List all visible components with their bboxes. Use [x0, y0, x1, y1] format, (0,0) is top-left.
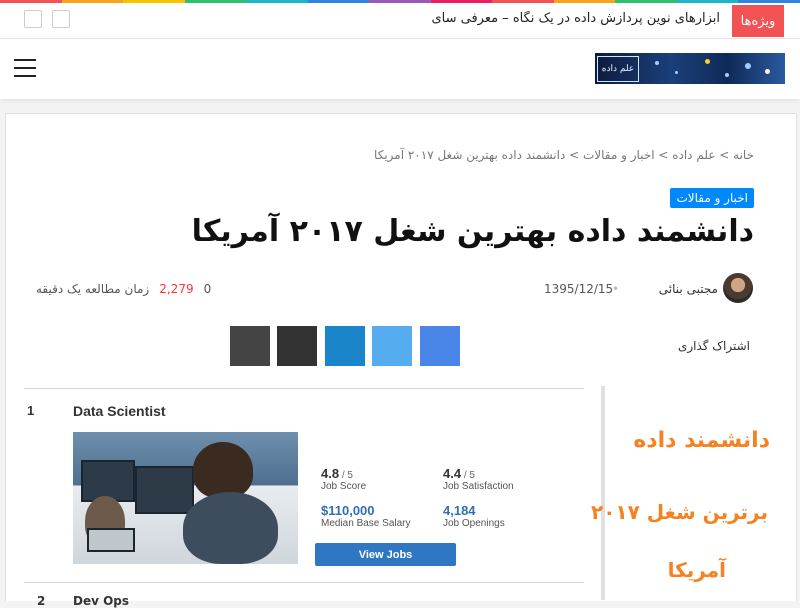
breaking-news-label: ویژه‌ها: [732, 5, 784, 37]
breaking-news-ticker[interactable]: ابزارهای نوین پردازش داده در یک نگاه – م…: [320, 11, 720, 26]
job-score-label: Job Score: [321, 481, 367, 492]
share-label: اشتراک گذاری: [677, 339, 750, 353]
author-avatar[interactable]: [723, 273, 753, 303]
comment-count[interactable]: 0: [204, 282, 212, 296]
salary-stat: $110,000 Median Base Salary: [321, 503, 411, 529]
post-meta: زمان مطالعه یک دقیقه 2,279 0: [36, 282, 211, 296]
openings-label: Job Openings: [443, 518, 505, 529]
job-satisfaction-scale: / 5: [461, 470, 475, 481]
share-email-button[interactable]: [230, 326, 270, 366]
rank-number: 1: [27, 403, 35, 418]
job-score-scale: / 5: [339, 470, 353, 481]
caption-line-3: آمریکا: [667, 558, 726, 582]
category-badge[interactable]: اخبار و مقالات: [670, 188, 754, 208]
share-linkedin-button[interactable]: [325, 326, 365, 366]
site-header: علم داده: [0, 39, 800, 99]
article-title: دانشمند داده بهترین شغل ۲۰۱۷ آمریکا: [191, 214, 754, 249]
author-name[interactable]: مجتبی بنائی: [659, 282, 718, 296]
caption-line-1: دانشمند داده: [633, 428, 770, 453]
post-date: 1395/12/15: [544, 282, 614, 296]
job-satisfaction-stat: 4.4 / 5 Job Satisfaction: [443, 466, 514, 492]
openings-stat: 4,184 Job Openings: [443, 503, 505, 529]
salary-value: $110,000: [321, 503, 375, 518]
breadcrumb[interactable]: خانه > علم داده > اخبار و مقالات > دانشم…: [374, 148, 754, 162]
view-count: 2,279: [159, 282, 194, 296]
share-facebook-button[interactable]: [420, 326, 460, 366]
job-photo: [73, 432, 298, 564]
share-tumblr-button[interactable]: [277, 326, 317, 366]
job-satisfaction-label: Job Satisfaction: [443, 481, 514, 492]
read-time: زمان مطالعه یک دقیقه: [36, 282, 150, 296]
ticker-next-icon[interactable]: [52, 10, 70, 28]
ticker-prev-icon[interactable]: [24, 10, 42, 28]
share-twitter-button[interactable]: [372, 326, 412, 366]
next-job-title: Dev Ops: [73, 594, 130, 608]
image-caption-panel: دانشمند داده برترین شغل ۲۰۱۷ آمریکا: [591, 386, 792, 600]
job-satisfaction-value: 4.4: [443, 466, 462, 481]
site-logo[interactable]: علم داده: [595, 53, 785, 84]
job-score-stat: 4.8 / 5 Job Score: [321, 466, 366, 492]
openings-value: 4,184: [443, 503, 476, 518]
view-jobs-button[interactable]: View Jobs: [315, 543, 456, 566]
top-bar: ویژه‌ها ابزارهای نوین پردازش داده در یک …: [0, 3, 800, 39]
salary-label: Median Base Salary: [321, 518, 411, 529]
menu-icon[interactable]: [14, 59, 36, 77]
logo-badge: علم داده: [597, 56, 639, 82]
next-rank-number: 2: [37, 594, 46, 608]
job-title: Data Scientist: [73, 403, 166, 419]
job-score-value: 4.8: [321, 466, 340, 481]
caption-line-2: برترین شغل ۲۰۱۷: [591, 500, 768, 524]
